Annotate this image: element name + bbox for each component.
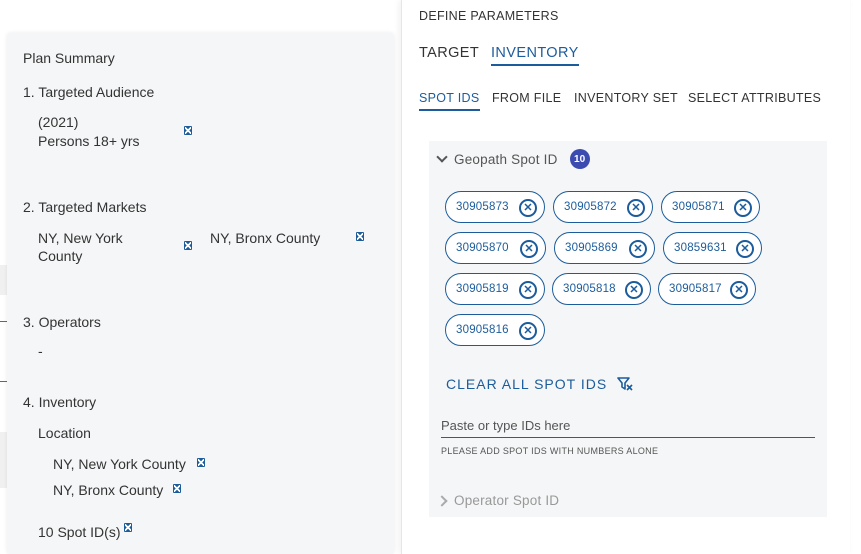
clear-filter-icon	[617, 377, 633, 391]
clear-all-spot-ids-button[interactable]: CLEAR ALL SPOT IDS	[446, 376, 633, 392]
audience-year: (2021)	[38, 114, 79, 130]
remove-market-icon[interactable]	[184, 241, 192, 250]
market-item-name: NY, Bronx County	[210, 230, 321, 246]
chip-remove-icon[interactable]: ✕	[734, 199, 752, 217]
spot-id-value: 30905872	[564, 201, 617, 213]
remove-market-icon[interactable]	[356, 232, 364, 241]
spot-id-value: 30905819	[456, 283, 509, 295]
spot-id-value: 30905816	[456, 324, 509, 336]
chip-remove-icon[interactable]: ✕	[736, 240, 754, 258]
chevron-down-icon	[436, 151, 448, 163]
geopath-section-label: Geopath Spot ID	[454, 151, 558, 167]
define-parameters-panel: DEFINE PARAMETERS TARGET INVENTORY SPOT …	[401, 0, 850, 554]
market-item-name: NY, New York	[38, 230, 123, 246]
location-label: Location	[38, 425, 91, 441]
spot-id-value: 30905873	[456, 201, 509, 213]
inventory-heading: 4. Inventory	[23, 394, 97, 410]
clear-all-label: CLEAR ALL SPOT IDS	[446, 376, 608, 392]
chip-remove-icon[interactable]: ✕	[520, 240, 538, 258]
spot-id-chip[interactable]: 30859631 ✕	[663, 232, 762, 264]
geopath-section-toggle[interactable]: Geopath Spot ID 10	[436, 149, 590, 169]
subtab-from-file[interactable]: FROM FILE	[492, 91, 561, 105]
location-item: NY, New York County	[53, 456, 186, 472]
subtab-inventory-set[interactable]: INVENTORY SET	[574, 91, 678, 105]
chip-remove-icon[interactable]: ✕	[519, 281, 537, 299]
spot-count-badge: 10	[569, 149, 590, 169]
operators-heading: 3. Operators	[23, 314, 101, 330]
spot-ids-input[interactable]	[441, 413, 815, 438]
spot-id-value: 30905869	[565, 242, 618, 254]
spot-ids-panel: Geopath Spot ID 10 30905873 ✕ 30905872 ✕…	[429, 141, 827, 517]
audience-value: Persons 18+ yrs	[38, 133, 140, 149]
spot-ids-hint: PLEASE ADD SPOT IDS WITH NUMBERS ALONE	[441, 446, 659, 456]
operators-value: -	[38, 343, 43, 359]
remove-location-icon[interactable]	[173, 484, 181, 493]
chip-remove-icon[interactable]: ✕	[627, 199, 645, 217]
define-parameters-header: DEFINE PARAMETERS	[419, 9, 559, 23]
remove-audience-icon[interactable]	[184, 126, 192, 135]
location-item: NY, Bronx County	[53, 482, 164, 498]
chip-remove-icon[interactable]: ✕	[519, 199, 537, 217]
spot-id-value: 30905817	[669, 283, 722, 295]
targeted-audience-heading: 1. Targeted Audience	[23, 84, 155, 100]
spot-id-value: 30905871	[672, 201, 725, 213]
spot-id-chip[interactable]: 30905817 ✕	[658, 273, 756, 305]
remove-location-icon[interactable]	[197, 458, 205, 467]
chevron-right-icon	[436, 494, 448, 507]
spot-id-chip[interactable]: 30905871 ✕	[661, 191, 760, 223]
spot-id-chip[interactable]: 30905870 ✕	[445, 232, 546, 264]
remove-spot-ids-icon[interactable]	[124, 523, 132, 532]
spot-id-value: 30859631	[674, 242, 727, 254]
background-divider	[0, 381, 7, 382]
market-item-name-cont: County	[38, 248, 83, 264]
targeted-markets-heading: 2. Targeted Markets	[23, 199, 147, 215]
operator-section-label: Operator Spot ID	[454, 493, 560, 508]
spot-id-value: 30905870	[456, 242, 509, 254]
subtab-select-attributes[interactable]: SELECT ATTRIBUTES	[688, 91, 821, 105]
operator-section-toggle[interactable]: Operator Spot ID	[436, 493, 560, 508]
spot-id-chip[interactable]: 30905819 ✕	[445, 273, 545, 305]
spot-ids-summary: 10 Spot ID(s)	[38, 524, 121, 540]
spot-id-chip[interactable]: 30905872 ✕	[553, 191, 653, 223]
subtab-spot-ids[interactable]: SPOT IDS	[419, 91, 480, 111]
chip-remove-icon[interactable]: ✕	[625, 281, 643, 299]
spot-id-chip[interactable]: 30905869 ✕	[554, 232, 655, 264]
background-divider	[0, 321, 7, 322]
chip-remove-icon[interactable]: ✕	[730, 281, 748, 299]
chip-remove-icon[interactable]: ✕	[629, 240, 647, 258]
plan-summary-panel: Plan Summary 1. Targeted Audience (2021)…	[7, 33, 394, 554]
chip-remove-icon[interactable]: ✕	[519, 322, 537, 340]
spot-id-chip[interactable]: 30905816 ✕	[445, 314, 545, 346]
spot-id-chip[interactable]: 30905818 ✕	[552, 273, 651, 305]
tab-inventory[interactable]: INVENTORY	[491, 45, 579, 66]
plan-summary-title: Plan Summary	[23, 50, 115, 66]
spot-id-chip[interactable]: 30905873 ✕	[445, 191, 545, 223]
spot-id-value: 30905818	[563, 283, 616, 295]
tab-target[interactable]: TARGET	[419, 45, 479, 61]
